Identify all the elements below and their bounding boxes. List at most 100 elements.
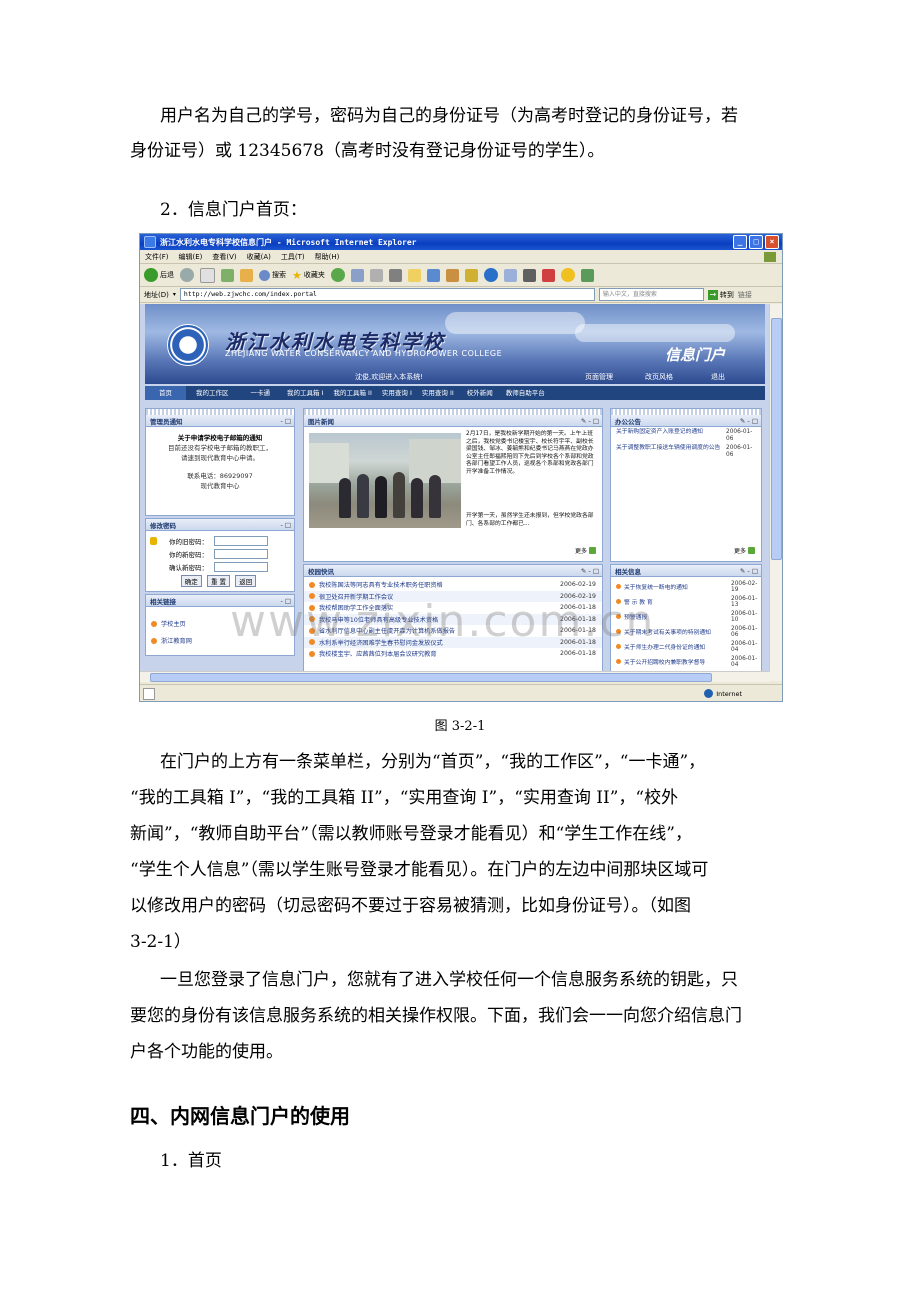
maximize-icon[interactable]: □ xyxy=(749,235,763,249)
calculator-icon[interactable] xyxy=(522,268,536,282)
status-bar: Internet xyxy=(140,684,782,701)
page-manage-link[interactable]: 页面管理 xyxy=(585,372,613,382)
horizontal-scrollbar[interactable] xyxy=(140,671,770,682)
forward-arrow-icon[interactable] xyxy=(180,268,194,282)
notice-item[interactable]: 关于调整教职工接送车辆使用调度的公告 2006-01-06 xyxy=(611,443,761,459)
panel-grip[interactable] xyxy=(304,409,602,415)
photo-person xyxy=(357,474,369,518)
scrollbar-thumb[interactable] xyxy=(771,318,782,560)
paragraph-line: 户各个功能的使用。 xyxy=(130,1042,283,1062)
nav-workspace[interactable]: 我的工作区 xyxy=(186,386,239,400)
menu-tools[interactable]: 工具(T) xyxy=(281,252,305,262)
news-item[interactable]: 水利系举行经济困难学生春节慰问金发放仪式 2006-01-18 xyxy=(304,636,602,648)
news-item[interactable]: 省水利厅信息中心副主任虞开森为计算机系做报告 2006-01-18 xyxy=(304,625,602,637)
favorites-button[interactable]: ★ 收藏夹 xyxy=(292,269,325,282)
media-icon[interactable] xyxy=(503,268,517,282)
news-item[interactable]: 我校楼宝宇、应茜茜位列本届会议研究教育 2006-01-18 xyxy=(304,648,602,660)
smiley-icon[interactable] xyxy=(560,268,575,282)
vertical-scrollbar[interactable] xyxy=(769,304,782,681)
panel-header: 图片新闻 ✎ - □ xyxy=(304,415,602,427)
info-item[interactable]: 关于期末考试有关事项的特别通知 2006-01-06 xyxy=(611,624,761,639)
people-icon[interactable] xyxy=(580,268,594,282)
panel-controls-icon[interactable]: - □ xyxy=(280,597,291,605)
address-dropdown-icon[interactable]: ▾ xyxy=(173,291,176,298)
news-item[interactable]: 很卫处召开新学期工作会议 2006-02-19 xyxy=(304,590,602,602)
nav-teacher-platform[interactable]: 教师自助平台 xyxy=(501,386,550,400)
panel-grip[interactable] xyxy=(146,409,294,415)
panel-controls-icon[interactable]: ✎ - □ xyxy=(740,567,758,575)
nav-toolbox-2[interactable]: 我的工具箱 II xyxy=(328,386,376,400)
news-item[interactable]: 我校陈国法等同志具有专业技术职务任职资格 2006-02-19 xyxy=(304,579,602,591)
go-button[interactable]: → 转到 xyxy=(707,289,734,300)
nav-query-2[interactable]: 实用查询 II xyxy=(417,386,459,400)
close-icon[interactable]: × xyxy=(765,235,779,249)
reset-button[interactable]: 重 置 xyxy=(206,575,231,587)
info-item[interactable]: 关于公开招聘校内兼职教学督导 2006-01-04 xyxy=(611,654,761,669)
more-link[interactable]: 更多 xyxy=(575,546,596,555)
nav-outside-news[interactable]: 校外新闻 xyxy=(459,386,501,400)
school-logo xyxy=(167,324,209,366)
notice-item[interactable]: 关于新购固定资产入账登记的通知 2006-01-06 xyxy=(611,427,761,443)
news-photo[interactable] xyxy=(309,433,461,528)
research-icon[interactable] xyxy=(445,268,459,282)
panel-controls-icon[interactable]: - □ xyxy=(280,417,291,425)
change-style-link[interactable]: 改页风格 xyxy=(645,372,673,382)
confirm-password-field[interactable] xyxy=(214,561,268,572)
messenger-icon[interactable] xyxy=(426,268,440,282)
related-info-panel: 相关信息 ✎ - □ 关于恢复统一断电的通知 2006-02-19 警 示 教 育… xyxy=(610,564,762,681)
mail-icon[interactable] xyxy=(350,268,364,282)
list-item-heading: 2．信息门户首页： xyxy=(160,200,307,220)
info-item[interactable]: 关于恢复统一断电的通知 2006-02-19 xyxy=(611,579,761,594)
new-password-field[interactable] xyxy=(214,548,268,559)
nav-card[interactable]: 一卡通 xyxy=(239,386,283,400)
address-input[interactable]: http://web.zjwchc.com/index.portal xyxy=(179,288,595,301)
menu-view[interactable]: 查看(V) xyxy=(212,252,236,262)
panel-controls-icon[interactable]: - □ xyxy=(280,521,291,529)
confirm-button[interactable]: 确定 xyxy=(180,575,202,587)
logout-link[interactable]: 退出 xyxy=(711,372,725,382)
campus-news-panel: 校园快讯 ✎ - □ 我校陈国法等同志具有专业技术职务任职资格 2006-02-1… xyxy=(303,564,603,681)
list-item[interactable]: 浙江教育网 xyxy=(146,632,294,649)
nav-home[interactable]: 首页 xyxy=(145,386,186,400)
back-button[interactable]: 后退 xyxy=(144,268,174,282)
info-item[interactable]: 预警通报 2006-01-10 xyxy=(611,609,761,624)
folder-icon[interactable] xyxy=(407,268,421,282)
scrollbar-thumb[interactable] xyxy=(150,673,712,682)
related-links-panel: 相关链接 - □ 学校主页 浙江教育网 xyxy=(145,594,295,656)
stop-icon[interactable] xyxy=(200,267,215,283)
menu-favorites[interactable]: 收藏(A) xyxy=(247,252,271,262)
edit-icon[interactable] xyxy=(388,268,402,282)
info-item[interactable]: 警 示 教 育 2006-01-13 xyxy=(611,594,761,609)
panel-controls-icon[interactable]: ✎ - □ xyxy=(581,417,599,425)
panel-controls-icon[interactable]: ✎ - □ xyxy=(740,417,758,425)
news-item[interactable]: 我校马申等10位老师具有高级专业技术资格 2006-01-18 xyxy=(304,613,602,625)
history-icon[interactable] xyxy=(330,268,345,282)
plugin-icon[interactable] xyxy=(541,268,555,282)
search-input[interactable]: 输入中文，直接搜索 xyxy=(598,288,704,301)
search-button[interactable]: 搜索 xyxy=(259,269,286,281)
menu-help[interactable]: 帮助(H) xyxy=(315,252,340,262)
globe-icon[interactable] xyxy=(483,268,498,282)
refresh-icon[interactable] xyxy=(221,268,234,282)
browser-menu-bar: 文件(F) 编辑(E) 查看(V) 收藏(A) 工具(T) 帮助(H) xyxy=(140,250,782,264)
minimize-icon[interactable]: _ xyxy=(733,235,747,249)
panel-controls-icon[interactable]: ✎ - □ xyxy=(581,567,599,575)
panel-grip[interactable] xyxy=(611,409,761,415)
nav-toolbox-1[interactable]: 我的工具箱 I xyxy=(282,386,328,400)
menu-file[interactable]: 文件(F) xyxy=(145,252,169,262)
more-link[interactable]: 更多 xyxy=(734,546,755,555)
home-icon[interactable] xyxy=(240,268,253,282)
links-button[interactable]: 链接 xyxy=(738,290,752,300)
list-item[interactable]: 学校主页 xyxy=(146,615,294,632)
page-status-icon xyxy=(143,687,155,700)
print-icon[interactable] xyxy=(369,268,383,282)
menu-edit[interactable]: 编辑(E) xyxy=(179,252,203,262)
notice-headline[interactable]: 关于申请学校电子邮箱的通知 xyxy=(146,433,294,443)
news-item[interactable]: 我校帮困助学工作全面落实 2006-01-18 xyxy=(304,602,602,614)
old-password-field[interactable] xyxy=(214,535,268,546)
return-button[interactable]: 返回 xyxy=(235,575,257,587)
tool-icon[interactable] xyxy=(464,268,478,282)
info-item[interactable]: 关于师生办理二代身份证的通知 2006-01-04 xyxy=(611,639,761,654)
new-password-row: 你的新密码： xyxy=(146,547,294,560)
nav-query-1[interactable]: 实用查询 I xyxy=(377,386,417,400)
